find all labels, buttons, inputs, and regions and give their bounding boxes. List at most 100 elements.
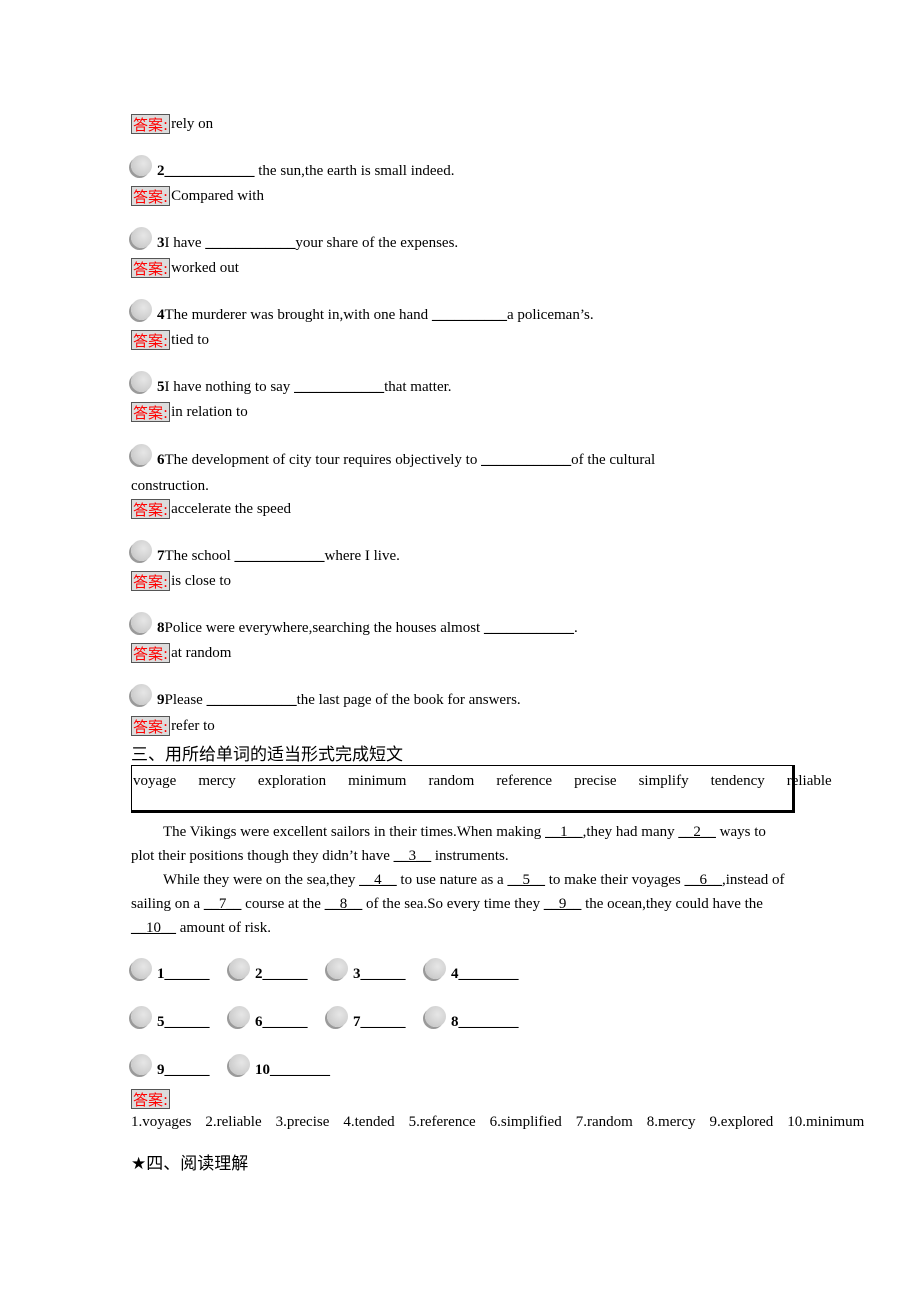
answer-item: 6.simplified — [489, 1114, 562, 1130]
passage-blank: __1__ — [545, 824, 583, 840]
answer-text: at random — [171, 645, 232, 661]
question-text: where I live. — [324, 548, 400, 564]
question-circle-icon[interactable] — [131, 444, 153, 466]
question-circle-icon[interactable] — [425, 958, 447, 980]
question-blank: ____________ — [206, 692, 297, 708]
blank-item-7: 7______ — [327, 1006, 406, 1031]
question-text: of the cultural — [571, 452, 656, 468]
question-text: . — [573, 620, 578, 636]
question-3: 3I have ____________your share of the ex… — [131, 227, 458, 252]
question-number: 3 — [157, 235, 165, 251]
word-bank-item: minimum — [348, 773, 407, 789]
answer-text: tied to — [171, 332, 209, 348]
question-number: 2 — [157, 163, 165, 179]
answer-badge[interactable]: 答案: — [131, 1088, 171, 1109]
section-3-title: 三、用所给单词的适当形式完成短文 — [131, 745, 403, 765]
question-circle-icon[interactable] — [131, 684, 153, 706]
question-blank: ____________ — [205, 235, 296, 251]
passage-paragraph-1: The Vikings were excellent sailors in th… — [131, 824, 766, 864]
passage-blank: __7__ — [203, 896, 242, 912]
question-circle-icon[interactable] — [229, 1054, 251, 1076]
answer-text: worked out — [171, 260, 239, 276]
question-text: your share of the expenses. — [295, 235, 459, 251]
passage-blank: __2__ — [678, 824, 716, 840]
answer-row-9: 答案: refer to — [131, 716, 215, 736]
question-circle-icon[interactable] — [425, 1006, 447, 1028]
question-4: 4The murderer was brought in,with one ha… — [131, 299, 594, 324]
answer-badge[interactable]: 答案: — [131, 402, 171, 422]
question-text: that matter. — [384, 379, 452, 395]
word-bank-item: random — [428, 773, 475, 789]
question-2: 2____________ the sun,the earth is small… — [131, 155, 454, 180]
passage-blank: __8__ — [324, 896, 363, 912]
passage-blank: __4__ — [359, 872, 397, 888]
answer-badge[interactable]: 答案: — [131, 643, 171, 663]
blank-item-6: 6______ — [229, 1006, 308, 1031]
word-bank-item: tendency — [710, 773, 765, 789]
answer-item: 5.reference — [408, 1114, 476, 1130]
word-bank-item: reliable — [786, 773, 832, 789]
word-bank-item: mercy — [198, 773, 236, 789]
answer-text: accelerate the speed — [171, 501, 291, 517]
question-number: 5 — [157, 379, 165, 395]
answer-badge[interactable]: 答案: — [131, 258, 171, 278]
question-circle-icon[interactable] — [131, 227, 153, 249]
answer-row-2: 答案: Compared with — [131, 186, 264, 206]
question-circle-icon[interactable] — [327, 1006, 349, 1028]
answer-item: 9.explored — [709, 1114, 774, 1130]
blank-item-3: 3______ — [327, 958, 406, 983]
word-bank-item: exploration — [257, 773, 327, 789]
blank-item-1: 1______ — [131, 958, 210, 983]
answer-text: rely on — [171, 116, 214, 132]
answer-badge[interactable]: 答案: — [131, 330, 171, 350]
question-8: 8Police were everywhere,searching the ho… — [131, 612, 578, 637]
answer-item: 2.reliable — [205, 1114, 262, 1130]
answer-text: Compared with — [171, 188, 264, 204]
passage: The Vikings were excellent sailors in th… — [131, 820, 791, 940]
question-circle-icon[interactable] — [131, 958, 153, 980]
answer-row-6: 答案: accelerate the speed — [131, 499, 291, 519]
answer-item: 8.mercy — [646, 1114, 696, 1130]
answer-badge[interactable]: 答案: — [131, 186, 171, 206]
question-text: The school — [164, 548, 235, 564]
blank-item-2: 2______ — [229, 958, 308, 983]
answer-item: 3.precise — [275, 1114, 330, 1130]
answer-badge[interactable]: 答案: — [131, 571, 171, 591]
question-circle-icon[interactable] — [131, 540, 153, 562]
passage-paragraph-2: While they were on the sea,they __4__ to… — [131, 872, 785, 936]
question-7: 7The school ____________where I live. — [131, 540, 400, 565]
word-bank-item: voyage — [133, 773, 177, 789]
answer-row-7: 答案: is close to — [131, 571, 231, 591]
question-circle-icon[interactable] — [131, 1054, 153, 1076]
passage-blank: __10__ — [131, 920, 176, 936]
question-circle-icon[interactable] — [131, 612, 153, 634]
answer-badge[interactable]: 答案: — [131, 114, 171, 134]
question-circle-icon[interactable] — [327, 958, 349, 980]
question-circle-icon[interactable] — [229, 958, 251, 980]
question-circle-icon[interactable] — [229, 1006, 251, 1028]
blank-item-8: 8________ — [425, 1006, 519, 1031]
question-number: 6 — [157, 452, 165, 468]
question-circle-icon[interactable] — [131, 1006, 153, 1028]
question-6-continuation: construction. — [131, 478, 209, 494]
passage-blank: __9__ — [543, 896, 582, 912]
answer-badge[interactable]: 答案: — [131, 499, 171, 519]
answer-row-1: 答案: rely on — [131, 114, 213, 134]
question-number: 8 — [157, 620, 165, 636]
blank-item-4: 4________ — [425, 958, 519, 983]
answer-badge[interactable]: 答案: — [131, 716, 171, 736]
answer-row-4: 答案: tied to — [131, 330, 209, 350]
question-circle-icon[interactable] — [131, 371, 153, 393]
answer-row-8: 答案: at random — [131, 643, 231, 663]
question-circle-icon[interactable] — [131, 155, 153, 177]
blank-item-9: 9______ — [131, 1054, 210, 1079]
blank-item-10: 10________ — [229, 1054, 330, 1079]
question-text: Please — [164, 692, 207, 708]
question-number: 9 — [157, 692, 165, 708]
question-number: 4 — [157, 307, 165, 323]
question-9: 9Please ____________the last page of the… — [131, 684, 521, 709]
answer-item: 7.random — [575, 1114, 633, 1130]
answer-row-3: 答案: worked out — [131, 258, 239, 278]
question-circle-icon[interactable] — [131, 299, 153, 321]
passage-blank: __6__ — [684, 872, 723, 888]
